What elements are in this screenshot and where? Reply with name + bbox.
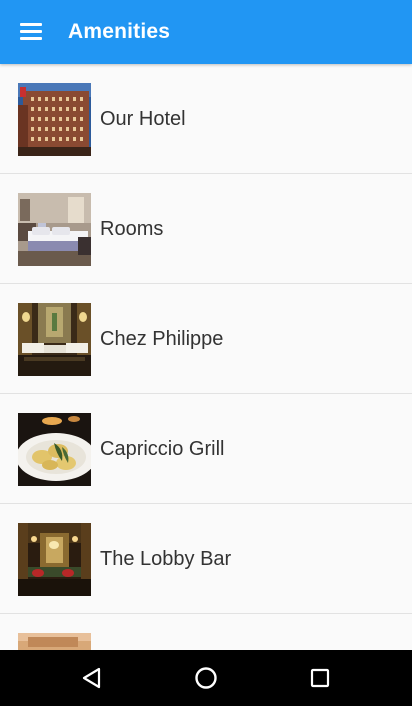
- restaurant-dining-thumbnail: [18, 303, 91, 376]
- list-item-partial[interactable]: [0, 614, 412, 650]
- partial-thumbnail: [18, 633, 91, 650]
- list-item-label: Chez Philippe: [100, 328, 224, 350]
- list-item-label: The Lobby Bar: [100, 548, 232, 570]
- list-item-our-hotel[interactable]: Our Hotel: [0, 64, 412, 174]
- recents-square-icon[interactable]: [306, 664, 334, 692]
- app-bar: Amenities: [0, 0, 412, 64]
- list-item-rooms[interactable]: Rooms: [0, 174, 412, 284]
- list-item-label: Rooms: [100, 218, 164, 240]
- system-navigation-bar: [0, 650, 412, 706]
- lobby-bar-thumbnail: [18, 523, 91, 596]
- hamburger-menu-icon[interactable]: [16, 20, 48, 44]
- home-circle-icon[interactable]: [192, 664, 220, 692]
- hotel-room-thumbnail: [18, 193, 91, 266]
- list-item-label: Our Hotel: [100, 108, 186, 130]
- list-item-the-lobby-bar[interactable]: The Lobby Bar: [0, 504, 412, 614]
- back-triangle-icon[interactable]: [78, 664, 106, 692]
- page-title: Amenities: [68, 20, 171, 43]
- hotel-exterior-thumbnail: [18, 83, 91, 156]
- list-item-label: Capriccio Grill: [100, 438, 225, 460]
- ravioli-dish-thumbnail: [18, 413, 91, 486]
- amenities-list: Our Hotel Rooms Chez Philippe Capriccio …: [0, 64, 412, 650]
- list-item-capriccio-grill[interactable]: Capriccio Grill: [0, 394, 412, 504]
- list-item-chez-philippe[interactable]: Chez Philippe: [0, 284, 412, 394]
